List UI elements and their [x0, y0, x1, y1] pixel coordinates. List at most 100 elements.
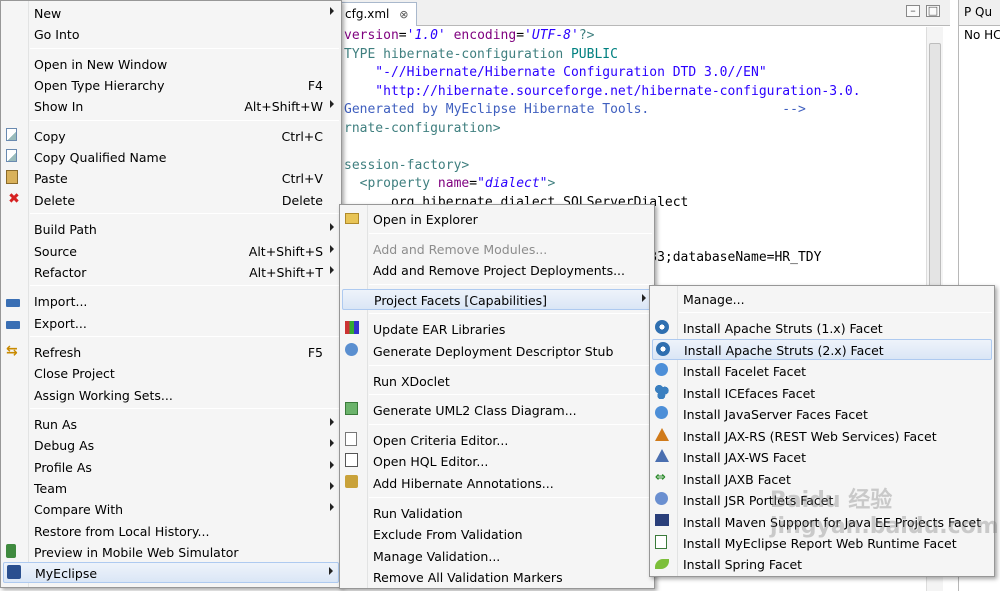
menu-item-label: Update EAR Libraries — [373, 322, 506, 338]
menu-item-label: Open in New Window — [34, 56, 168, 72]
menu-item-refactor[interactable]: Refactor Alt+Shift+T — [1, 261, 341, 282]
menu-item-add-and-remove-project-deployments[interactable]: Add and Remove Project Deployments... — [340, 259, 654, 280]
menu-item-go-into[interactable]: Go Into — [1, 23, 341, 44]
menu-item-label: Close Project — [34, 366, 115, 382]
copy-icon — [6, 127, 17, 141]
menu-item-label: Add Hibernate Annotations... — [373, 476, 554, 491]
menu-item-generate-deployment-descriptor-stub[interactable]: Generate Deployment Descriptor Stub — [340, 340, 654, 361]
menu-separator — [30, 119, 339, 121]
menu-item-label: Team — [34, 481, 68, 496]
menu-item-exclude-from-validation[interactable]: Exclude From Validation — [340, 523, 654, 544]
code-line: rnate-configuration> — [344, 120, 861, 139]
menu-item-remove-all-validation-markers[interactable]: Remove All Validation Markers — [340, 566, 654, 587]
menu-item-export[interactable]: Export... — [1, 312, 341, 333]
menu-item-paste[interactable]: Paste Ctrl+V — [1, 167, 341, 188]
phone-icon — [6, 544, 16, 559]
menu-item-add-hibernate-annotations[interactable]: Add Hibernate Annotations... — [340, 472, 654, 493]
submenu-arrow-icon — [330, 439, 334, 448]
facelet-icon — [655, 363, 668, 377]
menu-item-label: MyEclipse — [35, 566, 98, 582]
menu-item-close-project[interactable]: Close Project — [1, 362, 341, 383]
menu-item-manage-validation[interactable]: Manage Validation... — [340, 545, 654, 566]
copy-icon — [6, 149, 17, 163]
menu-item-preview-in-mobile-web-simulator[interactable]: Preview in Mobile Web Simulator — [1, 541, 341, 562]
menu-item-project-facets-capabilities[interactable]: Project Facets [Capabilities] — [342, 288, 652, 310]
menu-item-import[interactable]: Import... — [1, 290, 341, 311]
code-token: Generated by MyEclipse Hibernate Tools. … — [344, 102, 806, 117]
menu-item-install-javaserver-faces-facet[interactable]: Install JavaServer Faces Facet — [650, 403, 994, 424]
menu-item-compare-with[interactable]: Compare With — [1, 498, 341, 519]
maximize-icon[interactable]: □ — [926, 5, 940, 17]
myeclipse-icon — [7, 565, 21, 580]
menu-item-label: Install JavaServer Faces Facet — [683, 407, 868, 423]
menu-item-source[interactable]: Source Alt+Shift+S — [1, 240, 341, 261]
scrollbar-thumb[interactable] — [929, 43, 941, 293]
menu-item-manage[interactable]: Manage... — [650, 288, 994, 309]
menu-item-label: Compare With — [34, 502, 124, 518]
minimize-icon[interactable]: – — [906, 5, 920, 17]
menu-item-install-jax-rs-rest-web-services-facet[interactable]: Install JAX-RS (REST Web Services) Facet — [650, 425, 994, 446]
jsf-icon — [655, 406, 668, 420]
code-token: name — [437, 176, 470, 191]
menu-item-debug-as[interactable]: Debug As — [1, 434, 341, 455]
menu-item-run-as[interactable]: Run As — [1, 413, 341, 434]
menu-separator — [369, 423, 652, 425]
menu-item-install-facelet-facet[interactable]: Install Facelet Facet — [650, 360, 994, 381]
menu-item-add-and-remove-modules: Add and Remove Modules... — [340, 238, 654, 259]
menu-item-shortcut: Alt+Shift+T — [249, 264, 323, 280]
menu-item-install-jax-ws-facet[interactable]: Install JAX-WS Facet — [650, 446, 994, 467]
code-token: 'UTF-8' — [524, 28, 579, 43]
menu-item-profile-as[interactable]: Profile As — [1, 456, 341, 477]
submenu-arrow-icon — [330, 100, 334, 109]
menu-separator — [369, 394, 652, 396]
maven-icon — [655, 513, 669, 526]
menu-item-run-xdoclet[interactable]: Run XDoclet — [340, 370, 654, 391]
menu-item-label: Install JAX-WS Facet — [683, 450, 806, 466]
uml-icon — [345, 402, 358, 416]
menu-item-build-path[interactable]: Build Path — [1, 218, 341, 239]
menu-item-label: Source — [34, 243, 77, 259]
outline-panel-body: No HC — [964, 28, 1000, 42]
menu-item-team[interactable]: Team — [1, 477, 341, 498]
menu-item-install-icefaces-facet[interactable]: Install ICEfaces Facet — [650, 382, 994, 403]
code-token: '1.0' — [406, 28, 446, 43]
code-line: Generated by MyEclipse Hibernate Tools. … — [344, 101, 861, 120]
window-controls: – □ — [900, 4, 940, 17]
menu-item-install-apache-struts-2-x-facet[interactable]: Install Apache Struts (2.x) Facet — [652, 338, 992, 360]
menu-item-open-in-new-window[interactable]: Open in New Window — [1, 53, 341, 74]
menu-item-update-ear-libraries[interactable]: Update EAR Libraries — [340, 318, 654, 339]
editor-tab[interactable]: cfg.xml ⊗ — [330, 2, 418, 26]
menu-item-label: Profile As — [34, 459, 92, 475]
menu-item-refresh[interactable]: ⇆ Refresh F5 — [1, 341, 341, 362]
menu-item-label: Add and Remove Project Deployments... — [373, 263, 625, 279]
menu-item-delete[interactable]: ✖ Delete Delete — [1, 189, 341, 210]
menu-item-restore-from-local-history[interactable]: Restore from Local History... — [1, 520, 341, 541]
menu-item-new[interactable]: New — [1, 2, 341, 23]
struts-icon — [655, 320, 669, 335]
menu-separator — [369, 364, 652, 366]
menu-item-label: Copy Qualified Name — [34, 150, 167, 166]
menu-item-open-criteria-editor[interactable]: Open Criteria Editor... — [340, 429, 654, 450]
menu-item-copy[interactable]: Copy Ctrl+C — [1, 125, 341, 146]
jaxws-icon — [655, 449, 669, 463]
menu-item-myeclipse[interactable]: MyEclipse — [3, 562, 339, 584]
spring-icon — [655, 559, 669, 570]
hql-icon — [345, 453, 358, 468]
menu-item-generate-uml2-class-diagram[interactable]: Generate UML2 Class Diagram... — [340, 399, 654, 420]
menu-item-show-in[interactable]: Show In Alt+Shift+W — [1, 95, 341, 116]
menu-item-open-in-explorer[interactable]: Open in Explorer — [340, 208, 654, 229]
menu-item-copy-qualified-name[interactable]: Copy Qualified Name — [1, 146, 341, 167]
menu-item-run-validation[interactable]: Run Validation — [340, 502, 654, 523]
menu-item-open-type-hierarchy[interactable]: Open Type Hierarchy F4 — [1, 74, 341, 95]
close-icon[interactable]: ⊗ — [399, 8, 408, 21]
code-token: version — [344, 28, 399, 43]
menu-item-label: Remove All Validation Markers — [373, 570, 563, 586]
menu-item-open-hql-editor[interactable]: Open HQL Editor... — [340, 450, 654, 471]
menu-separator — [369, 313, 652, 315]
menu-item-assign-working-sets[interactable]: Assign Working Sets... — [1, 384, 341, 405]
menu-item-install-apache-struts-1-x-facet[interactable]: Install Apache Struts (1.x) Facet — [650, 317, 994, 338]
gear-icon — [345, 343, 358, 356]
outline-panel-header[interactable]: P Qu — [959, 0, 1000, 26]
